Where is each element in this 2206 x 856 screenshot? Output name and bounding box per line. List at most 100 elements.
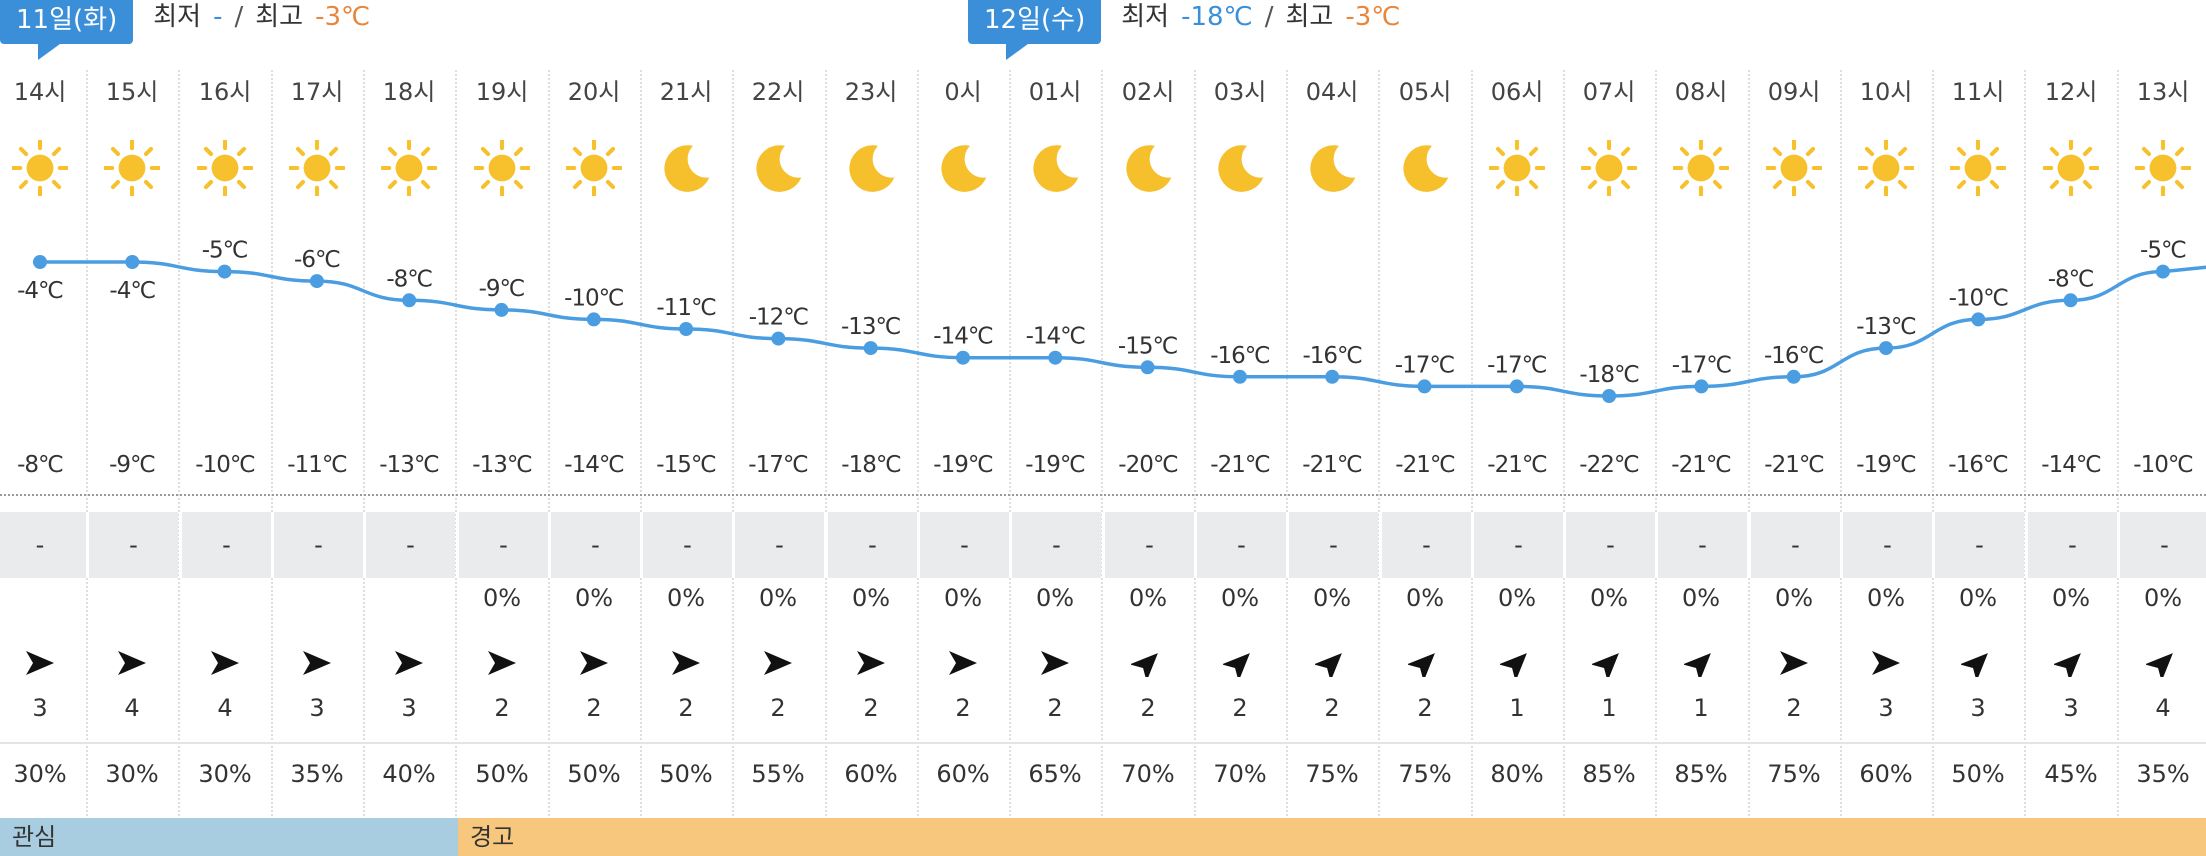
hour-label: 10시	[1859, 78, 1913, 106]
hour-label: 16시	[198, 78, 252, 106]
hour-column: 05시 -21℃ - 0% 2 75%	[1379, 0, 1471, 856]
wind-northeast-arrow-icon	[1379, 648, 1471, 678]
min-temp-label: -21℃	[1302, 452, 1362, 478]
precipitation-cell: -	[1286, 512, 1378, 578]
wind-northeast-arrow-icon	[1563, 648, 1655, 678]
humidity: 55%	[751, 760, 805, 788]
min-temp-label: -9℃	[109, 452, 156, 478]
min-temp-label: -10℃	[195, 452, 255, 478]
sun-icon	[1932, 132, 2024, 204]
wind-east-arrow-icon	[456, 648, 548, 678]
hour-column: 12시 -14℃ - 0% 3 45%	[2025, 0, 2117, 856]
precip-probability: 0%	[2143, 584, 2183, 612]
alert-label: 관심	[12, 823, 57, 851]
humidity: 30%	[13, 760, 67, 788]
sun-icon	[1840, 132, 1932, 204]
hour-label: 14시	[13, 78, 67, 106]
min-temp-label: -13℃	[472, 452, 532, 478]
wind-east-arrow-icon	[917, 648, 1009, 678]
humidity: 75%	[1767, 760, 1821, 788]
wind-northeast-arrow-icon	[1102, 648, 1194, 678]
humidity: 45%	[2044, 760, 2098, 788]
humidity: 65%	[1028, 760, 1082, 788]
hour-column: 20시 -14℃ - 0% 2 50%	[548, 0, 640, 856]
precipitation-cell: -	[1748, 512, 1840, 578]
hour-label: 22시	[751, 78, 805, 106]
precipitation-cell: -	[640, 512, 732, 578]
hour-column: 18시 -13℃ - 3 40%	[363, 0, 455, 856]
wind-northeast-arrow-icon	[2025, 648, 2117, 678]
hour-column: 07시 -22℃ - 0% 1 85%	[1563, 0, 1655, 856]
wind-northeast-arrow-icon	[1932, 648, 2024, 678]
precipitation-cell: -	[456, 512, 548, 578]
hour-column: 02시 -20℃ - 0% 2 70%	[1102, 0, 1194, 856]
hour-label: 04시	[1305, 78, 1359, 106]
min-temp-label: -17℃	[748, 452, 808, 478]
wind-speed: 2	[955, 694, 971, 722]
humidity: 60%	[844, 760, 898, 788]
wind-speed: 2	[1786, 694, 1802, 722]
wind-east-arrow-icon	[548, 648, 640, 678]
precipitation-cell: -	[825, 512, 917, 578]
min-temp-label: -20℃	[1118, 452, 1178, 478]
moon-icon	[1102, 132, 1194, 204]
wind-east-arrow-icon	[0, 648, 86, 678]
hour-label: 20시	[567, 78, 621, 106]
sun-icon	[1655, 132, 1747, 204]
hour-label: 21시	[659, 78, 713, 106]
hour-column: 03시 -21℃ - 0% 2 70%	[1194, 0, 1286, 856]
hour-column: 09시 -21℃ - 0% 2 75%	[1748, 0, 1840, 856]
hour-label: 17시	[290, 78, 344, 106]
humidity: 35%	[290, 760, 344, 788]
hour-column: 08시 -21℃ - 0% 1 85%	[1655, 0, 1747, 856]
precipitation-cell: -	[548, 512, 640, 578]
humidity: 60%	[936, 760, 990, 788]
hour-column: 19시 -13℃ - 0% 2 50%	[456, 0, 548, 856]
sun-icon	[0, 132, 86, 204]
wind-speed: 3	[1878, 694, 1894, 722]
humidity: 50%	[1951, 760, 2005, 788]
sun-icon	[1563, 132, 1655, 204]
humidity: 50%	[567, 760, 621, 788]
sun-icon	[2117, 132, 2206, 204]
min-temp-label: -11℃	[287, 452, 347, 478]
precipitation-cell: -	[1379, 512, 1471, 578]
hour-column: 15시 -9℃ - 4 30%	[86, 0, 178, 856]
precip-probability: 0%	[1589, 584, 1629, 612]
hour-label: 23시	[844, 78, 898, 106]
precip-probability: 0%	[482, 584, 522, 612]
min-temp-label: -21℃	[1764, 452, 1824, 478]
wind-east-arrow-icon	[271, 648, 363, 678]
hour-column: 23시 -18℃ - 0% 2 60%	[825, 0, 917, 856]
wind-speed: 2	[1047, 694, 1063, 722]
hourly-forecast-panel: 11일(화) 최저 - / 최고 -3℃ 12일(수) 최저 -18℃ / 최고 -3℃ 14시…	[0, 0, 2206, 856]
wind-speed: 2	[770, 694, 786, 722]
precip-probability: 0%	[1866, 584, 1906, 612]
precipitation-cell: -	[2117, 512, 2206, 578]
divider	[0, 494, 2206, 496]
humidity: 40%	[382, 760, 436, 788]
min-temp-label: -21℃	[1395, 452, 1455, 478]
wind-northeast-arrow-icon	[1286, 648, 1378, 678]
humidity: 35%	[2136, 760, 2190, 788]
wind-speed: 2	[1324, 694, 1340, 722]
min-temp-label: -19℃	[1025, 452, 1085, 478]
sun-icon	[456, 132, 548, 204]
min-temp-label: -21℃	[1210, 452, 1270, 478]
humidity: 50%	[659, 760, 713, 788]
humidity: 30%	[105, 760, 159, 788]
humidity: 85%	[1582, 760, 1636, 788]
precip-probability: 0%	[574, 584, 614, 612]
precip-probability: 0%	[758, 584, 798, 612]
precipitation-cell: -	[179, 512, 271, 578]
hour-label: 01시	[1028, 78, 1082, 106]
hour-column: 17시 -11℃ - 3 35%	[271, 0, 363, 856]
precipitation-cell: -	[1194, 512, 1286, 578]
hour-label: 07시	[1582, 78, 1636, 106]
wind-east-arrow-icon	[179, 648, 271, 678]
hour-label: 15시	[105, 78, 159, 106]
hour-label: 19시	[475, 78, 529, 106]
precipitation-cell: -	[271, 512, 363, 578]
alert-level-attention: 관심	[0, 818, 458, 856]
moon-icon	[1379, 132, 1471, 204]
